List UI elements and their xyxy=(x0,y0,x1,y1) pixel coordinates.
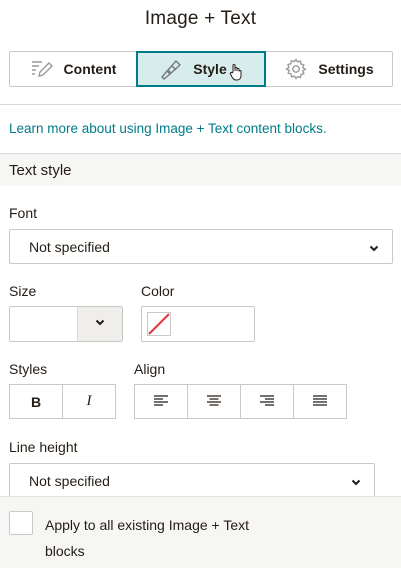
color-picker[interactable] xyxy=(141,306,255,342)
apply-all-checkbox[interactable] xyxy=(9,511,33,535)
italic-button[interactable]: I xyxy=(62,384,116,419)
apply-all-footer: Apply to all existing Image + Text block… xyxy=(0,496,401,568)
styles-label: Styles xyxy=(9,361,48,377)
color-label: Color xyxy=(141,283,175,299)
size-label: Size xyxy=(9,283,37,299)
align-justify-icon xyxy=(313,394,327,410)
align-right-button[interactable] xyxy=(240,384,294,419)
line-height-label: Line height xyxy=(9,439,78,455)
bold-button[interactable]: B xyxy=(9,384,63,419)
divider xyxy=(0,104,401,105)
align-center-icon xyxy=(207,394,221,410)
tab-content[interactable]: Content xyxy=(9,51,137,87)
tab-settings[interactable]: Settings xyxy=(265,51,393,87)
align-left-icon xyxy=(154,394,168,410)
pencil-lines-icon xyxy=(30,59,54,79)
align-button-group xyxy=(134,384,347,419)
learn-more-link[interactable]: Learn more about using Image + Text cont… xyxy=(9,121,327,136)
font-select-value: Not specified xyxy=(29,238,110,255)
size-dropdown-button[interactable] xyxy=(77,307,122,341)
hand-cursor-icon xyxy=(229,63,243,81)
chevron-down-icon xyxy=(368,241,380,257)
gear-icon xyxy=(284,57,308,81)
font-select[interactable]: Not specified xyxy=(9,229,393,264)
chevron-down-icon xyxy=(94,315,106,333)
tab-settings-label: Settings xyxy=(318,61,374,77)
align-left-button[interactable] xyxy=(134,384,188,419)
size-input[interactable] xyxy=(9,306,123,342)
apply-all-label: Apply to all existing Image + Text block… xyxy=(45,517,250,559)
tab-content-label: Content xyxy=(63,61,117,77)
section-heading: Text style xyxy=(0,153,401,186)
line-height-value: Not specified xyxy=(29,472,110,489)
align-label: Align xyxy=(134,361,166,377)
panel-title: Image + Text xyxy=(144,8,257,29)
align-justify-button[interactable] xyxy=(293,384,347,419)
styles-button-group: B I xyxy=(9,384,116,419)
align-right-icon xyxy=(260,394,274,410)
tab-bar: Content Style Settings xyxy=(9,51,393,87)
paint-brush-icon xyxy=(159,58,183,80)
font-label: Font xyxy=(9,205,38,221)
tab-style-label: Style xyxy=(193,61,227,77)
chevron-down-icon xyxy=(350,475,362,491)
no-color-swatch-icon xyxy=(147,312,171,336)
tab-style[interactable]: Style xyxy=(136,51,266,87)
line-height-select[interactable]: Not specified xyxy=(9,463,375,498)
align-center-button[interactable] xyxy=(187,384,241,419)
